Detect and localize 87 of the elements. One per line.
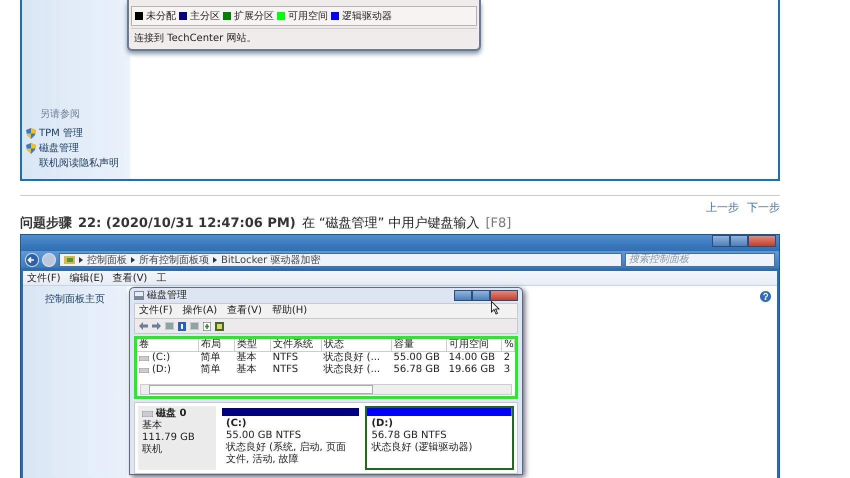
- section-heading: 另请参阅: [39, 108, 81, 121]
- table-cell: 状态良好 (...: [323, 364, 380, 375]
- column-header[interactable]: 布局: [198, 339, 235, 352]
- partition-status: 状态良好 (系统, 启动, 页面文件, 活动, 故障: [226, 442, 347, 466]
- partition-block[interactable]: (D:) 56.78 GB NTFS 状态良好 (逻辑驱动器): [365, 406, 514, 470]
- forward-icon[interactable]: [152, 322, 161, 330]
- scrollbar[interactable]: [140, 384, 512, 395]
- partition-block[interactable]: (C:) 55.00 GB NTFS 状态良好 (系统, 启动, 页面文件, 活动, 故障: [220, 406, 362, 470]
- minimize-button[interactable]: [454, 290, 472, 300]
- table-cell: 55.00 GB: [393, 352, 440, 363]
- table-cell: 状态良好 (...: [323, 352, 380, 363]
- disk-name: 磁盘 0: [156, 408, 186, 420]
- partition-label: (C:): [226, 418, 248, 430]
- properties-icon[interactable]: [203, 322, 211, 330]
- menu-item[interactable]: 工: [156, 271, 166, 285]
- column-header[interactable]: %: [502, 339, 514, 352]
- close-button[interactable]: [748, 235, 776, 247]
- search-field[interactable]: 搜索控制面板: [625, 252, 775, 266]
- disk-type: 基本: [142, 420, 163, 432]
- table-cell: 56.78 GB: [393, 364, 440, 375]
- table-cell: 基本: [236, 352, 257, 363]
- table-cell: 19.66 GB: [448, 364, 496, 375]
- window-title: 磁盘管理: [147, 290, 188, 302]
- maximize-button[interactable]: [472, 290, 490, 300]
- partition-size: 56.78 GB NTFS: [371, 430, 448, 442]
- legend-label: 主分区: [190, 10, 220, 23]
- disk-status: 联机: [142, 444, 163, 456]
- legend-label: 逻辑驱动器: [342, 10, 392, 23]
- help-icon[interactable]: [760, 291, 771, 302]
- image-icon[interactable]: [215, 322, 224, 330]
- sidebar-link[interactable]: TPM 管理: [39, 126, 83, 140]
- separator-icon: [79, 256, 83, 262]
- table-cell: (D:): [152, 364, 171, 376]
- table-cell: 基本: [236, 364, 257, 375]
- breadcrumb-item[interactable]: 所有控制面板项: [139, 252, 209, 266]
- table-cell: NTFS: [272, 352, 298, 363]
- column-header[interactable]: 状态: [321, 339, 392, 352]
- menu-item[interactable]: 帮助(H): [272, 305, 308, 317]
- legend-label: 扩展分区: [234, 10, 274, 23]
- back-button[interactable]: [25, 252, 39, 266]
- help-book-icon[interactable]: [178, 322, 186, 330]
- separator-icon: [131, 256, 135, 262]
- menu-item[interactable]: 查看(V): [112, 271, 148, 285]
- list-icon[interactable]: [165, 322, 174, 330]
- step-number: 22: (2020/10/31 12:47:06 PM): [78, 216, 296, 232]
- list-icon[interactable]: [190, 322, 199, 330]
- disk-size: 111.79 GB: [142, 432, 196, 444]
- nav-link[interactable]: 下一步: [747, 200, 780, 215]
- close-button[interactable]: [490, 290, 518, 300]
- menu-item[interactable]: 文件(F): [27, 271, 61, 285]
- table-cell: 简单: [200, 352, 220, 363]
- forward-button[interactable]: [42, 252, 56, 266]
- partition-label: (D:): [371, 418, 394, 430]
- breadcrumb-item[interactable]: 控制面板: [87, 252, 127, 266]
- nav-link[interactable]: 上一步: [706, 200, 739, 215]
- sidebar-link[interactable]: 控制面板主页: [45, 294, 105, 305]
- key-text: [F8]: [485, 216, 512, 232]
- address-bar[interactable]: 控制面板 所有控制面板项 BitLocker 驱动器加密: [59, 252, 622, 266]
- menu-item[interactable]: 文件(F): [139, 305, 173, 317]
- table-cell: 简单: [200, 364, 220, 375]
- separator-icon: [213, 256, 217, 262]
- status-bar: 连接到 TechCenter 网站。: [131, 28, 477, 47]
- menu-item[interactable]: 查看(V): [227, 305, 262, 317]
- restore-button[interactable]: [730, 235, 748, 247]
- column-header[interactable]: 卷: [137, 339, 198, 352]
- breadcrumb-item[interactable]: BitLocker 驱动器加密: [221, 252, 320, 266]
- table-cell: NTFS: [272, 364, 298, 375]
- app-icon: [134, 291, 144, 300]
- table-cell: 2: [504, 352, 510, 363]
- table-cell: (C:): [152, 352, 170, 364]
- partition-status: 状态良好 (逻辑驱动器): [371, 442, 474, 454]
- step-description: 在 “磁盘管理” 中用户键盘输入: [302, 216, 480, 232]
- legend-label: 未分配: [146, 10, 176, 23]
- partition-size: 55.00 GB NTFS: [226, 430, 302, 442]
- column-header[interactable]: 类型: [234, 339, 271, 352]
- table-cell: 14.00 GB: [448, 352, 496, 363]
- sidebar-link[interactable]: 联机阅读隐私声明: [39, 156, 119, 170]
- legend-label: 可用空间: [288, 10, 328, 23]
- sidebar-link[interactable]: 磁盘管理: [39, 141, 79, 155]
- folder-icon: [64, 255, 75, 264]
- menu-item[interactable]: 操作(A): [182, 305, 218, 317]
- cursor-icon: [491, 301, 500, 315]
- minimize-button[interactable]: [712, 235, 730, 247]
- table-cell: 3: [504, 364, 510, 375]
- back-icon[interactable]: [139, 322, 148, 330]
- menu-item[interactable]: 编辑(E): [70, 271, 104, 285]
- step-label: 问题步骤: [20, 216, 72, 232]
